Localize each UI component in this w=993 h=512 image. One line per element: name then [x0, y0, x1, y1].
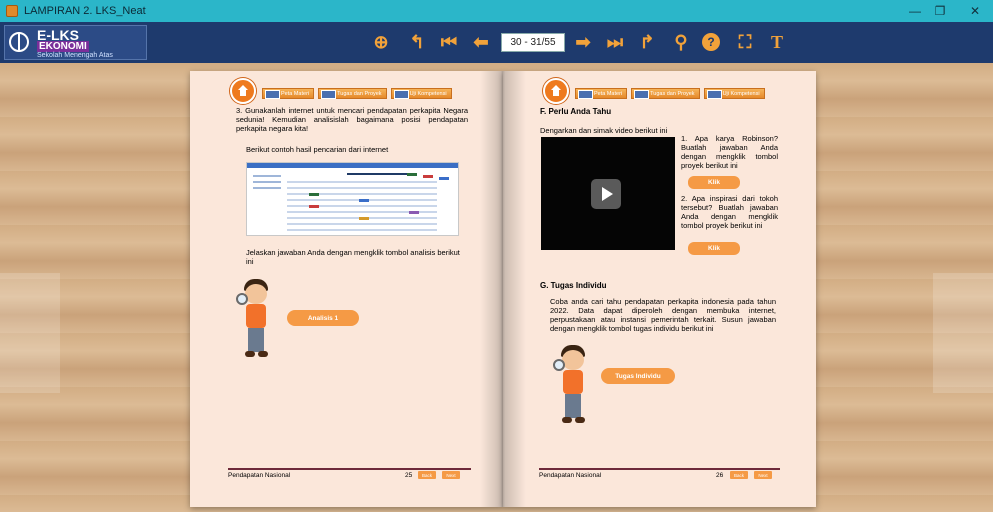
left-back-button[interactable]: Back [418, 471, 436, 479]
last-page-icon[interactable]: ⏭ [604, 31, 626, 53]
forward-icon[interactable]: ↱ [636, 31, 658, 53]
window-titlebar: LAMPIRAN 2. LKS_Neat — ❐ ✕ [0, 0, 993, 22]
logo-subject: EKONOMI [37, 41, 89, 52]
fullscreen-icon[interactable]: ⛶ [734, 31, 756, 53]
video-player[interactable] [541, 137, 675, 250]
boy-magnifier-illustration [236, 279, 278, 361]
question-1-text: 1. Apa karya Robinson? Buatlah jawaban A… [681, 134, 778, 170]
question-2-text: 2. Apa inspirasi dari tokoh tersebut? Bu… [681, 194, 778, 230]
home-icon[interactable] [543, 78, 569, 104]
nav-uji-kompetensi[interactable]: Uji Kompetensi [390, 88, 452, 99]
restore-button[interactable]: ❐ [922, 0, 958, 22]
text-icon[interactable]: T [766, 31, 788, 53]
app-icon [6, 5, 18, 17]
nav-peta-materi[interactable]: Peta Materi [262, 88, 315, 99]
nav-uji-kompetensi[interactable]: Uji Kompetensi [703, 88, 765, 99]
home-icon[interactable] [230, 78, 256, 104]
analysis-1-button[interactable]: Analisis 1 [287, 310, 359, 326]
right-back-button[interactable]: Back [730, 471, 748, 479]
boy-magnifier-illustration [553, 345, 595, 427]
previous-page-icon[interactable]: ⬅ [470, 31, 492, 53]
first-page-icon[interactable]: ⏮ [438, 31, 460, 53]
left-next-button[interactable]: Next [442, 471, 460, 479]
left-example-text: Berikut contoh hasil pencarian dari inte… [246, 145, 389, 154]
back-icon[interactable]: ↰ [406, 31, 428, 53]
right-next-button[interactable]: Next [754, 471, 772, 479]
elks-logo: E-LKS EKONOMI Sekolah Menengah Atas [4, 25, 147, 60]
play-icon[interactable] [591, 179, 621, 209]
right-nav-bar: Peta Materi Tugas dan Proyek Uji Kompete… [575, 88, 765, 99]
nav-peta-materi[interactable]: Peta Materi [575, 88, 628, 99]
close-button[interactable]: ✕ [957, 0, 993, 22]
internet-search-screenshot [246, 162, 459, 236]
logo-emblem-icon [9, 32, 29, 52]
section-f-title: F. Perlu Anda Tahu [540, 107, 612, 116]
left-page-number: 25 [405, 472, 413, 479]
zoom-in-icon[interactable]: ⊕ [370, 31, 392, 53]
tugas-individu-button[interactable]: Tugas Individu [601, 368, 675, 384]
next-page-icon[interactable]: ➡ [572, 31, 594, 53]
left-nav-bar: Peta Materi Tugas dan Proyek Uji Kompete… [262, 88, 452, 99]
window-title: LAMPIRAN 2. LKS_Neat [24, 5, 146, 17]
logo-school: Sekolah Menengah Atas [37, 52, 113, 59]
left-item3-text: 3. Gunakanlah internet untuk mencari pen… [236, 106, 468, 133]
reader-toolbar: E-LKS EKONOMI Sekolah Menengah Atas ⊕ ↰ … [0, 22, 993, 63]
question-1-klik-button[interactable]: Klik [688, 176, 740, 189]
help-icon[interactable]: ? [702, 33, 720, 51]
left-explain-text: Jelaskan jawaban Anda dengan mengklik to… [246, 248, 460, 266]
task-description-text: Coba anda cari tahu pendapatan perkapita… [550, 297, 776, 333]
left-footer-line [228, 468, 471, 470]
page-indicator-input[interactable]: 30 - 31/55 [501, 33, 565, 52]
right-footer-line [539, 468, 780, 470]
search-icon[interactable]: ⚲ [670, 31, 692, 53]
nav-tugas-proyek[interactable]: Tugas dan Proyek [631, 88, 700, 99]
left-footer-text: Pendapatan Nasional [228, 472, 291, 479]
right-page-number: 26 [716, 472, 724, 479]
nav-tugas-proyek[interactable]: Tugas dan Proyek [318, 88, 387, 99]
question-2-klik-button[interactable]: Klik [688, 242, 740, 255]
right-footer-text: Pendapatan Nasional [539, 472, 602, 479]
section-g-title: G. Tugas Individu [540, 281, 607, 290]
